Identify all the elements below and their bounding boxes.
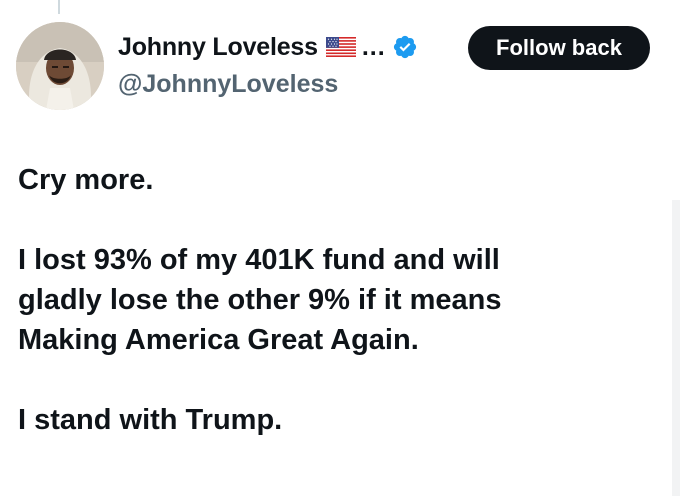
verified-badge-icon[interactable] xyxy=(392,34,418,60)
avatar[interactable] xyxy=(16,22,104,110)
name-truncation-ellipsis: ... xyxy=(361,32,386,61)
author-display-name[interactable]: Johnny Loveless xyxy=(118,33,318,62)
scroll-edge xyxy=(672,200,680,496)
follow-back-button[interactable]: Follow back xyxy=(468,26,650,70)
tweet-text: Cry more. I lost 93% of my 401K fund and… xyxy=(18,160,658,440)
author-handle[interactable]: @JohnnyLoveless xyxy=(118,70,338,99)
author-name-row: Johnny Loveless ... xyxy=(118,30,418,64)
tweet-paragraph-3: I stand with Trump. xyxy=(18,404,283,436)
us-flag-icon xyxy=(325,37,356,57)
tweet-paragraph-2: I lost 93% of my 401K fund and will glad… xyxy=(18,244,502,356)
thread-connector-line xyxy=(58,0,60,14)
tweet-paragraph-1: Cry more. xyxy=(18,164,154,196)
